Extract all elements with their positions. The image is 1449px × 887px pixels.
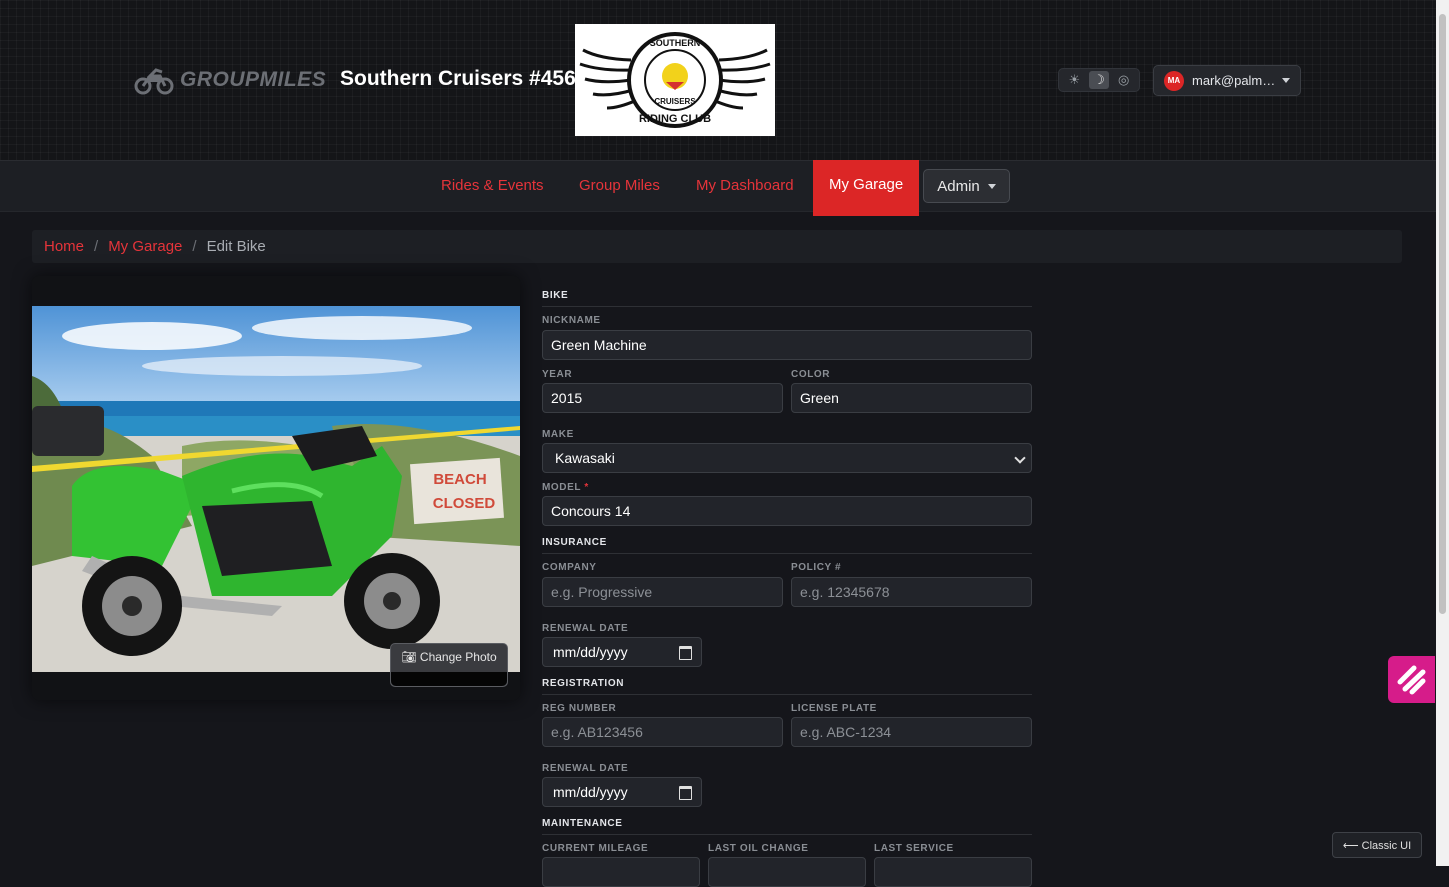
last-oil-change-label: LAST OIL CHANGE xyxy=(708,843,809,854)
calendar-icon[interactable] xyxy=(679,646,692,660)
breadcrumb-separator: / xyxy=(192,238,197,255)
change-photo-button[interactable]: 📷︎ Change Photo xyxy=(390,643,508,687)
reg-number-input[interactable]: e.g. AB123456 xyxy=(542,717,783,747)
nav-my-garage[interactable]: My Garage xyxy=(813,160,920,216)
scrollbar-thumb[interactable] xyxy=(1439,14,1446,614)
current-mileage-label: CURRENT MILEAGE xyxy=(542,843,649,854)
current-mileage-input[interactable] xyxy=(542,857,700,887)
breadcrumb-current: Edit Bike xyxy=(206,238,266,255)
moon-icon[interactable]: ☽ xyxy=(1088,71,1109,89)
license-plate-label: LICENSE PLATE xyxy=(791,703,877,714)
insurance-renewal-label: RENEWAL DATE xyxy=(542,623,629,634)
chevron-down-icon xyxy=(987,183,996,189)
theme-switcher[interactable]: ☀ ☽ ◎ xyxy=(1058,68,1140,92)
breadcrumb: Home / My Garage / Edit Bike xyxy=(32,230,1402,263)
avatar: MA xyxy=(1164,70,1184,91)
svg-text:CRUISERS: CRUISERS xyxy=(654,97,696,106)
nav-group-miles[interactable]: Group Miles xyxy=(579,161,660,211)
reg-number-label: REG NUMBER xyxy=(542,703,617,714)
auto-icon[interactable]: ◎ xyxy=(1114,71,1134,89)
breadcrumb-home[interactable]: Home xyxy=(44,238,84,255)
scrollbar[interactable] xyxy=(1436,0,1449,866)
section-heading-registration: REGISTRATION xyxy=(542,678,1032,695)
model-input[interactable]: Concours 14 xyxy=(542,496,1032,526)
color-label: COLOR xyxy=(791,369,831,380)
required-marker: * xyxy=(584,482,589,493)
site-header: GROUPMILES Southern Cruisers #456 SOUTHE… xyxy=(0,0,1436,161)
nav-rides-events[interactable]: Rides & Events xyxy=(441,161,544,211)
nickname-label: NICKNAME xyxy=(542,315,601,326)
sun-icon[interactable]: ☀ xyxy=(1064,71,1084,89)
insurance-company-label: COMPANY xyxy=(542,562,597,573)
year-label: YEAR xyxy=(542,369,573,380)
svg-text:BEACH: BEACH xyxy=(433,471,486,488)
insurance-company-input[interactable]: e.g. Progressive xyxy=(542,577,783,607)
main-nav: Rides & Events Group Miles My Dashboard … xyxy=(0,160,1436,216)
last-oil-change-input[interactable] xyxy=(708,857,866,887)
classic-ui-button[interactable]: ⟵ Classic UI xyxy=(1332,832,1422,858)
bike-photo: BEACH CLOSED xyxy=(32,306,520,672)
section-heading-insurance: INSURANCE xyxy=(542,537,1032,554)
nickname-input[interactable]: Green Machine xyxy=(542,330,1032,360)
svg-text:RIDING CLUB: RIDING CLUB xyxy=(639,113,711,125)
admin-label: Admin xyxy=(937,177,980,195)
club-title: Southern Cruisers #456 xyxy=(340,67,576,90)
feedback-widget-button[interactable] xyxy=(1388,656,1435,703)
breadcrumb-separator: / xyxy=(94,238,99,255)
svg-text:SOUTHERN: SOUTHERN xyxy=(650,38,701,48)
calendar-icon[interactable] xyxy=(679,786,692,800)
year-input[interactable]: 2015 xyxy=(542,383,783,413)
registration-renewal-date-input[interactable]: mm/dd/yyyy xyxy=(542,777,702,807)
change-photo-label: Change Photo xyxy=(419,650,497,664)
chevron-down-icon xyxy=(1282,78,1290,83)
user-menu-button[interactable]: MA mark@palm… xyxy=(1153,65,1301,96)
make-select[interactable]: Kawasaki xyxy=(542,443,1032,473)
registration-renewal-label: RENEWAL DATE xyxy=(542,763,629,774)
club-logo: SOUTHERN CRUISERS RIDING CLUB xyxy=(575,24,775,136)
model-label: MODEL * xyxy=(542,482,589,493)
motorcycle-icon xyxy=(134,68,174,95)
policy-number-input[interactable]: e.g. 12345678 xyxy=(791,577,1032,607)
widget-logo-icon xyxy=(1397,665,1426,695)
make-label: MAKE xyxy=(542,429,574,440)
breadcrumb-my-garage[interactable]: My Garage xyxy=(108,238,182,255)
user-name: mark@palm… xyxy=(1192,73,1276,88)
svg-text:CLOSED: CLOSED xyxy=(433,495,496,512)
insurance-renewal-date-input[interactable]: mm/dd/yyyy xyxy=(542,637,702,667)
last-service-label: LAST SERVICE xyxy=(874,843,954,854)
section-heading-bike: BIKE xyxy=(542,290,1032,307)
color-input[interactable]: Green xyxy=(791,383,1032,413)
last-service-input[interactable] xyxy=(874,857,1032,887)
camera-icon: 📷︎ xyxy=(401,650,417,664)
section-heading-maintenance: MAINTENANCE xyxy=(542,818,1032,835)
license-plate-input[interactable]: e.g. ABC-1234 xyxy=(791,717,1032,747)
groupmiles-logo[interactable]: GROUPMILES xyxy=(134,64,326,96)
policy-number-label: POLICY # xyxy=(791,562,842,573)
admin-dropdown-button[interactable]: Admin xyxy=(923,169,1010,203)
brand-name: GROUPMILES xyxy=(180,68,327,91)
nav-my-dashboard[interactable]: My Dashboard xyxy=(696,161,794,211)
